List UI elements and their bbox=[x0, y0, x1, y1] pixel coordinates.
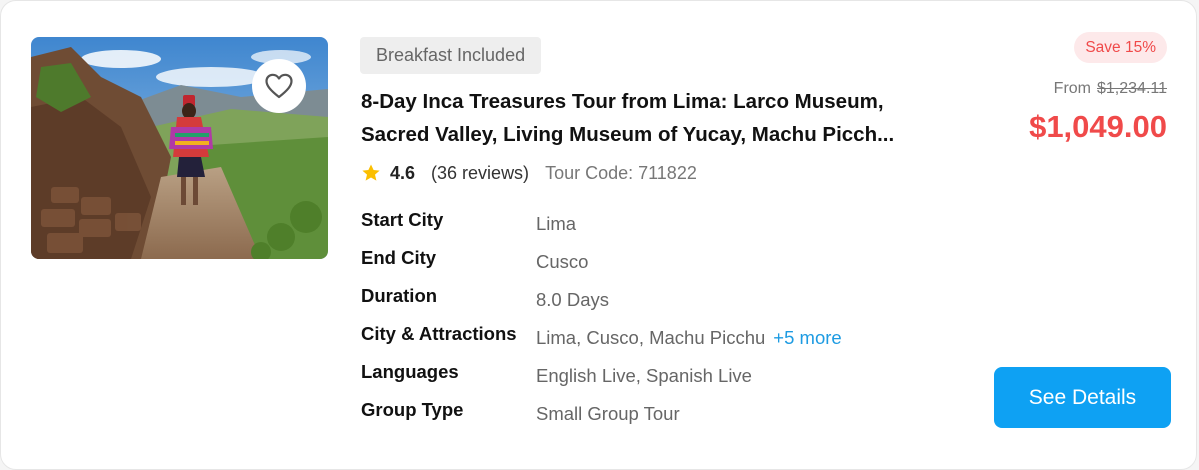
detail-label: Duration bbox=[361, 285, 438, 306]
current-price: $1,049.00 bbox=[1029, 109, 1167, 144]
detail-value: 8.0 Days bbox=[536, 289, 610, 310]
detail-row-end-city: End City Cusco bbox=[361, 247, 921, 285]
rating-row: 4.6 (36 reviews) Tour Code: 711822 bbox=[361, 160, 697, 186]
tour-code: Tour Code: 711822 bbox=[545, 162, 697, 183]
detail-row-start-city: Start City Lima bbox=[361, 209, 921, 247]
detail-row-attractions: City & Attractions Lima, Cusco, Machu Pi… bbox=[361, 323, 921, 361]
from-price: From $1,234.11 bbox=[1054, 80, 1167, 98]
detail-label: Start City bbox=[361, 209, 444, 230]
tour-title-line-1: 8-Day Inca Treasures Tour from Lima: Lar… bbox=[361, 90, 884, 113]
detail-label: Group Type bbox=[361, 399, 464, 420]
detail-value: Lima bbox=[536, 213, 577, 234]
breakfast-badge: Breakfast Included bbox=[360, 37, 542, 74]
detail-label: City & Attractions bbox=[361, 323, 517, 344]
discount-badge: Save 15% bbox=[1074, 32, 1167, 63]
tour-details: Start City Lima End City Cusco Duration … bbox=[361, 209, 921, 437]
detail-row-languages: Languages English Live, Spanish Live bbox=[361, 361, 921, 399]
detail-value: English Live, Spanish Live bbox=[536, 365, 752, 386]
more-attractions-link[interactable]: +5 more bbox=[773, 327, 841, 348]
detail-row-group-type: Group Type Small Group Tour bbox=[361, 399, 921, 437]
detail-label: End City bbox=[361, 247, 437, 268]
detail-row-duration: Duration 8.0 Days bbox=[361, 285, 921, 323]
detail-value: Small Group Tour bbox=[536, 403, 680, 424]
detail-value: Cusco bbox=[536, 251, 589, 272]
detail-value-wrap: Lima, Cusco, Machu Picchu +5 more bbox=[536, 327, 842, 349]
tour-title[interactable]: 8-Day Inca Treasures Tour from Lima: Lar… bbox=[361, 85, 941, 151]
rating-score: 4.6 bbox=[390, 162, 416, 183]
review-count[interactable]: (36 reviews) bbox=[431, 163, 529, 184]
detail-value: Lima, Cusco, Machu Picchu bbox=[536, 327, 766, 348]
star-icon bbox=[362, 164, 380, 181]
heart-outline-icon bbox=[265, 73, 293, 99]
original-price: $1,234.11 bbox=[1097, 80, 1167, 97]
tour-card: Breakfast Included 8-Day Inca Treasures … bbox=[0, 0, 1197, 470]
detail-label: Languages bbox=[361, 361, 459, 382]
favorite-button[interactable] bbox=[252, 59, 306, 113]
from-label: From bbox=[1053, 80, 1091, 97]
see-details-button[interactable]: See Details bbox=[994, 367, 1171, 428]
tour-title-line-2: Sacred Valley, Living Museum of Yucay, M… bbox=[361, 123, 895, 146]
